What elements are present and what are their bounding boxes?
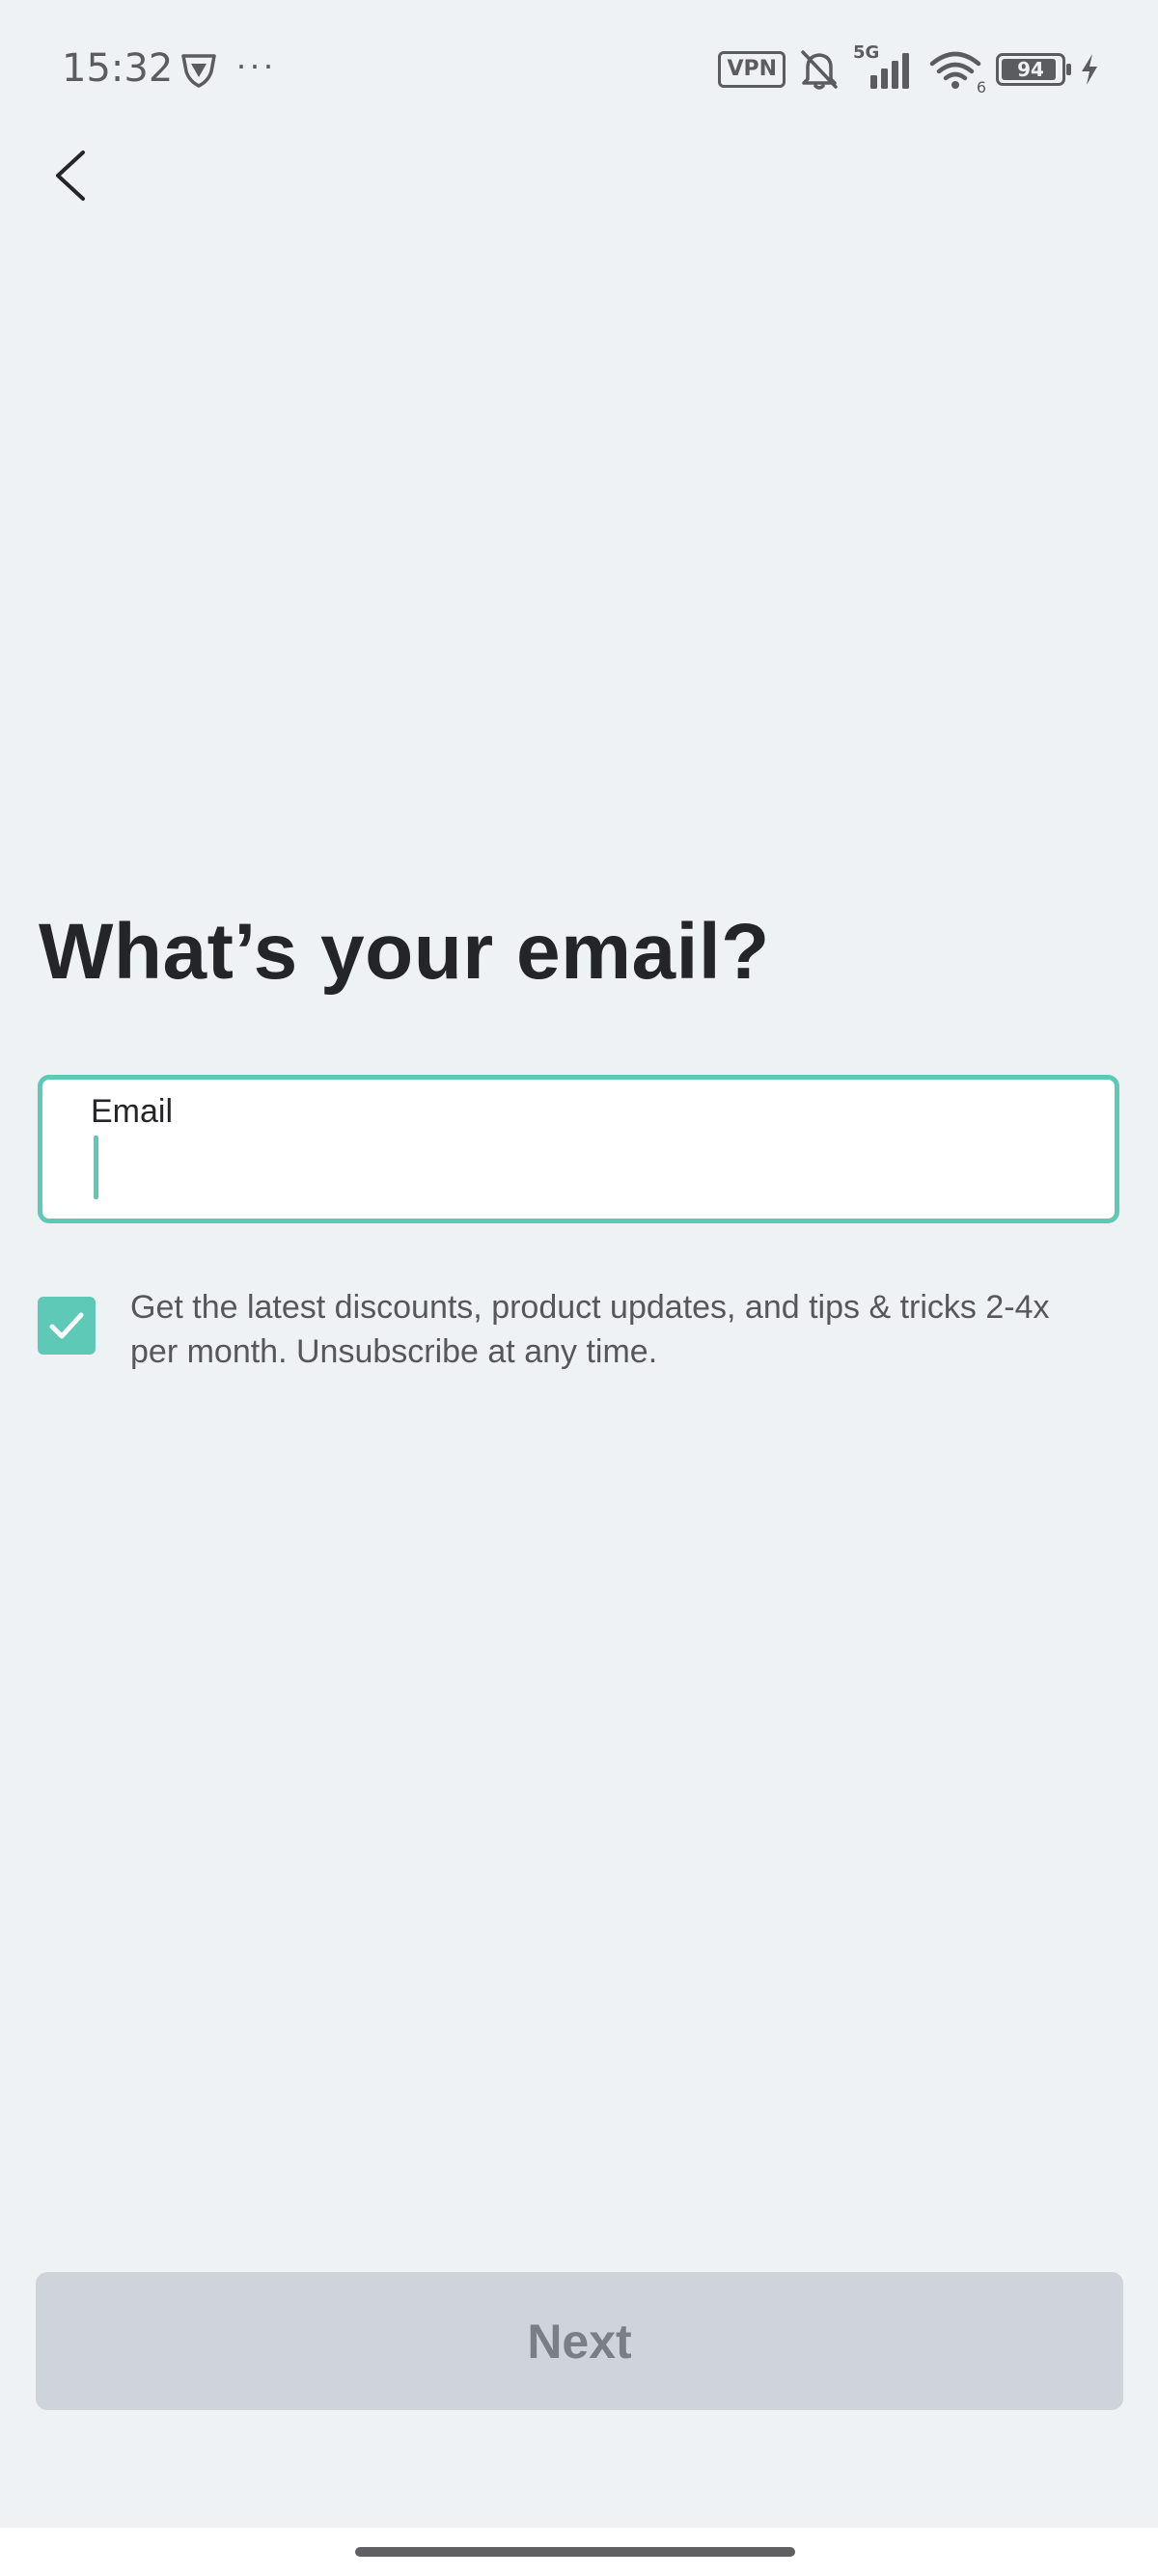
signal-icon: 5G bbox=[853, 42, 915, 91]
home-indicator[interactable] bbox=[355, 2547, 795, 2557]
status-icons: VPN 5G 6 94 bbox=[718, 42, 1100, 96]
next-button[interactable]: Next bbox=[36, 2272, 1123, 2410]
wifi-standard-label: 6 bbox=[976, 78, 986, 96]
back-button[interactable] bbox=[39, 135, 108, 216]
chevron-left-icon bbox=[56, 151, 85, 201]
status-time: 15:32 bbox=[62, 46, 174, 91]
page-title: What’s your email? bbox=[39, 908, 770, 996]
email-input[interactable] bbox=[95, 1136, 1060, 1203]
battery-level: 94 bbox=[1017, 58, 1044, 81]
bell-muted-icon bbox=[801, 50, 838, 90]
wifi-icon: 6 bbox=[928, 48, 986, 96]
vpn-icon: VPN bbox=[718, 51, 786, 88]
more-dots-icon: ··· bbox=[235, 44, 276, 84]
email-field-label: Email bbox=[91, 1093, 174, 1130]
battery-icon: 94 bbox=[996, 53, 1071, 86]
charging-icon bbox=[1082, 54, 1097, 85]
email-field[interactable]: Email bbox=[38, 1075, 1119, 1223]
status-bar: 15:32 ··· VPN 5G 6 94 bbox=[0, 0, 1158, 135]
text-cursor bbox=[94, 1136, 98, 1199]
marketing-consent-checkbox[interactable] bbox=[38, 1297, 96, 1355]
shield-icon bbox=[181, 54, 216, 88]
checkmark-icon bbox=[49, 1312, 84, 1339]
marketing-consent-text: Get the latest discounts, product update… bbox=[130, 1289, 1050, 1370]
